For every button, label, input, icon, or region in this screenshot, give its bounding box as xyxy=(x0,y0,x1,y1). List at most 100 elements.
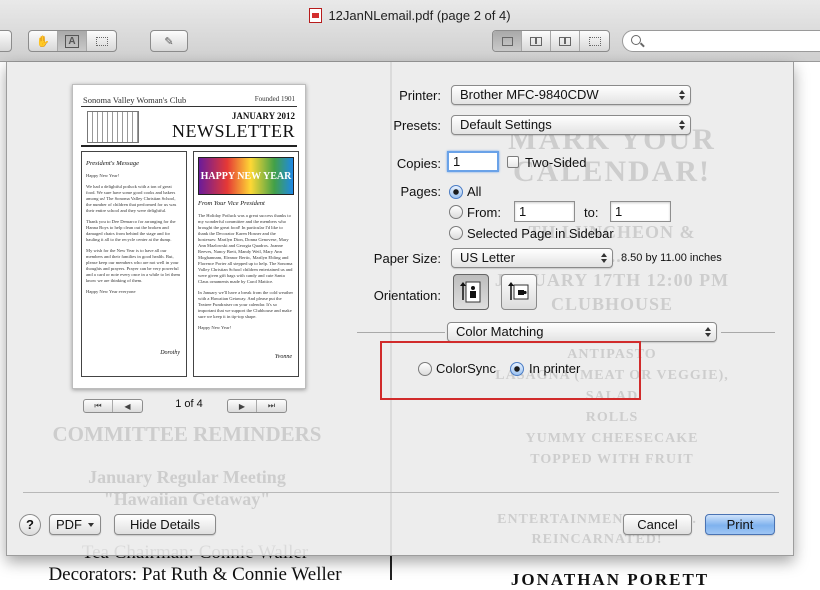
hand-icon: ✋ xyxy=(36,35,50,48)
tool-mode-group: ✋ A xyxy=(28,30,117,52)
paper-dimensions: 8.50 by 11.00 inches xyxy=(621,252,722,264)
preview-masthead: NEWSLETTER xyxy=(172,121,295,141)
next-page-button[interactable]: ▶ xyxy=(228,400,257,412)
marquee-icon xyxy=(95,36,108,46)
portrait-orientation-button[interactable] xyxy=(453,274,489,310)
marquee-select-button[interactable] xyxy=(87,31,116,51)
ghost-committee-heading: COMMITTEE REMINDERS xyxy=(52,422,322,446)
pages-range-radio[interactable] xyxy=(449,205,463,219)
preview-club-name: Sonoma Valley Woman's Club xyxy=(83,95,187,105)
paper-size-popup[interactable]: US Letter xyxy=(451,248,613,268)
preview-right-paragraph: The Holiday Potluck was a great success … xyxy=(198,213,293,284)
print-options-section-popup[interactable]: Color Matching xyxy=(447,322,717,342)
preview-rule-thick xyxy=(81,145,297,147)
print-button[interactable]: Print xyxy=(705,514,775,535)
contact-sheet-view-button[interactable] xyxy=(580,31,609,51)
text-select-button[interactable]: A xyxy=(58,31,87,51)
two-sided-label: Two-Sided xyxy=(525,155,587,170)
one-up-view-button[interactable] xyxy=(522,31,551,51)
window-toolbar: 12JanNLemail.pdf (page 2 of 4) ✋ A ✎ xyxy=(0,0,820,62)
pages-all-label: All xyxy=(467,184,482,199)
preview-right-paragraph: In January we'll have a break from the c… xyxy=(198,290,294,319)
popup-arrows-icon xyxy=(678,118,686,132)
window-title-text: 12JanNLemail.pdf (page 2 of 4) xyxy=(328,8,511,23)
sidebar-toggle-button[interactable] xyxy=(0,31,11,51)
popup-arrows-icon xyxy=(678,88,686,102)
preview-right-paragraph: Happy New Year! xyxy=(198,325,232,330)
hide-details-button[interactable]: Hide Details xyxy=(114,514,216,535)
popup-arrows-icon xyxy=(704,325,712,339)
two-up-icon xyxy=(559,36,571,46)
contact-sheet-icon xyxy=(588,36,601,46)
last-page-icon: ⏭ xyxy=(267,401,276,410)
preview-left-greeting: Happy New Year! xyxy=(86,173,120,178)
pdf-file-icon xyxy=(309,8,323,23)
pages-from-field[interactable]: 1 xyxy=(514,201,575,222)
window-title: 12JanNLemail.pdf (page 2 of 4) xyxy=(0,6,820,26)
two-up-view-button[interactable] xyxy=(551,31,580,51)
preview-right-heading: From Your Vice President xyxy=(198,200,265,207)
pages-from-label: From: xyxy=(467,205,501,220)
pages-to-label: to: xyxy=(584,205,599,220)
print-options-section-value: Color Matching xyxy=(456,324,544,339)
chevron-down-icon xyxy=(88,523,94,527)
preview-left-heading: President's Message xyxy=(86,160,139,167)
pages-to-field[interactable]: 1 xyxy=(610,201,671,222)
preview-left-column: President's Message Happy New Year! We h… xyxy=(81,151,187,377)
annotate-button[interactable]: ✎ xyxy=(151,31,187,51)
bottom-separator xyxy=(23,492,779,493)
clubhouse-image xyxy=(87,111,139,143)
presets-popup[interactable]: Default Settings xyxy=(451,115,691,135)
copies-label: Copies: xyxy=(396,156,441,171)
previous-page-button[interactable]: ◀ xyxy=(113,400,142,412)
pages-selected-label: Selected Page in Sidebar xyxy=(467,226,614,241)
pdf-menu-button[interactable]: PDF xyxy=(49,514,101,535)
previous-page-icon: ◀ xyxy=(124,401,131,411)
first-page-button[interactable]: ⏮ xyxy=(84,400,113,412)
pages-selected-radio[interactable] xyxy=(449,226,463,240)
single-page-view-button[interactable] xyxy=(493,31,522,51)
pager-back-group: ⏮ ◀ xyxy=(83,399,143,413)
single-page-icon xyxy=(501,36,513,46)
preview-left-signature: Dorothy xyxy=(160,350,180,356)
annotate-group: ✎ xyxy=(150,30,188,52)
preview-right-column: HAPPY NEW YEAR From Your Vice President … xyxy=(193,151,299,377)
hand-tool-button[interactable]: ✋ xyxy=(29,31,58,51)
portrait-icon xyxy=(460,281,481,303)
new-year-banner: HAPPY NEW YEAR xyxy=(198,157,294,195)
presets-label: Presets: xyxy=(393,118,441,133)
landscape-orientation-button[interactable] xyxy=(501,274,537,310)
color-matching-highlight-box xyxy=(380,341,641,400)
help-button[interactable]: ? xyxy=(19,514,41,536)
section-separator-right xyxy=(721,332,775,333)
decorators-line: Decorators: Pat Ruth & Connie Weller xyxy=(48,564,342,585)
printer-popup[interactable]: Brother MFC-9840CDW xyxy=(451,85,691,105)
cancel-button[interactable]: Cancel xyxy=(623,514,692,535)
pages-all-radio[interactable] xyxy=(449,185,463,199)
one-up-icon xyxy=(530,36,542,46)
preview-rule xyxy=(81,106,297,107)
last-page-button[interactable]: ⏭ xyxy=(257,400,286,412)
section-separator-left xyxy=(357,332,445,333)
first-page-icon: ⏮ xyxy=(94,401,102,410)
preview-month: JANUARY 2012 xyxy=(231,111,295,121)
landscape-icon xyxy=(508,282,529,300)
pager-forward-group: ▶ ⏭ xyxy=(227,399,287,413)
preview-left-paragraph: Thank you to Dee Demarco for arranging f… xyxy=(86,219,176,242)
pencil-icon: ✎ xyxy=(164,35,174,48)
text-select-icon: A xyxy=(65,34,79,48)
view-mode-group xyxy=(492,30,610,52)
pages-label: Pages: xyxy=(400,184,441,199)
copies-field[interactable]: 1 xyxy=(447,151,499,172)
document-right-text: JONATHAN PORETT xyxy=(510,570,710,589)
paper-size-label: Paper Size: xyxy=(373,251,441,266)
sidebar-toggle-group xyxy=(0,30,12,52)
page-preview: Sonoma Valley Woman's Club Founded 1901 … xyxy=(72,84,306,389)
printer-value: Brother MFC-9840CDW xyxy=(460,87,599,102)
two-sided-checkbox[interactable] xyxy=(507,156,519,168)
page-count-label: 1 of 4 xyxy=(175,398,203,410)
preview-left-paragraph: Happy New Year everyone xyxy=(86,289,136,294)
search-icon xyxy=(631,35,641,45)
printer-label: Printer: xyxy=(399,88,441,103)
search-field[interactable] xyxy=(622,30,820,52)
